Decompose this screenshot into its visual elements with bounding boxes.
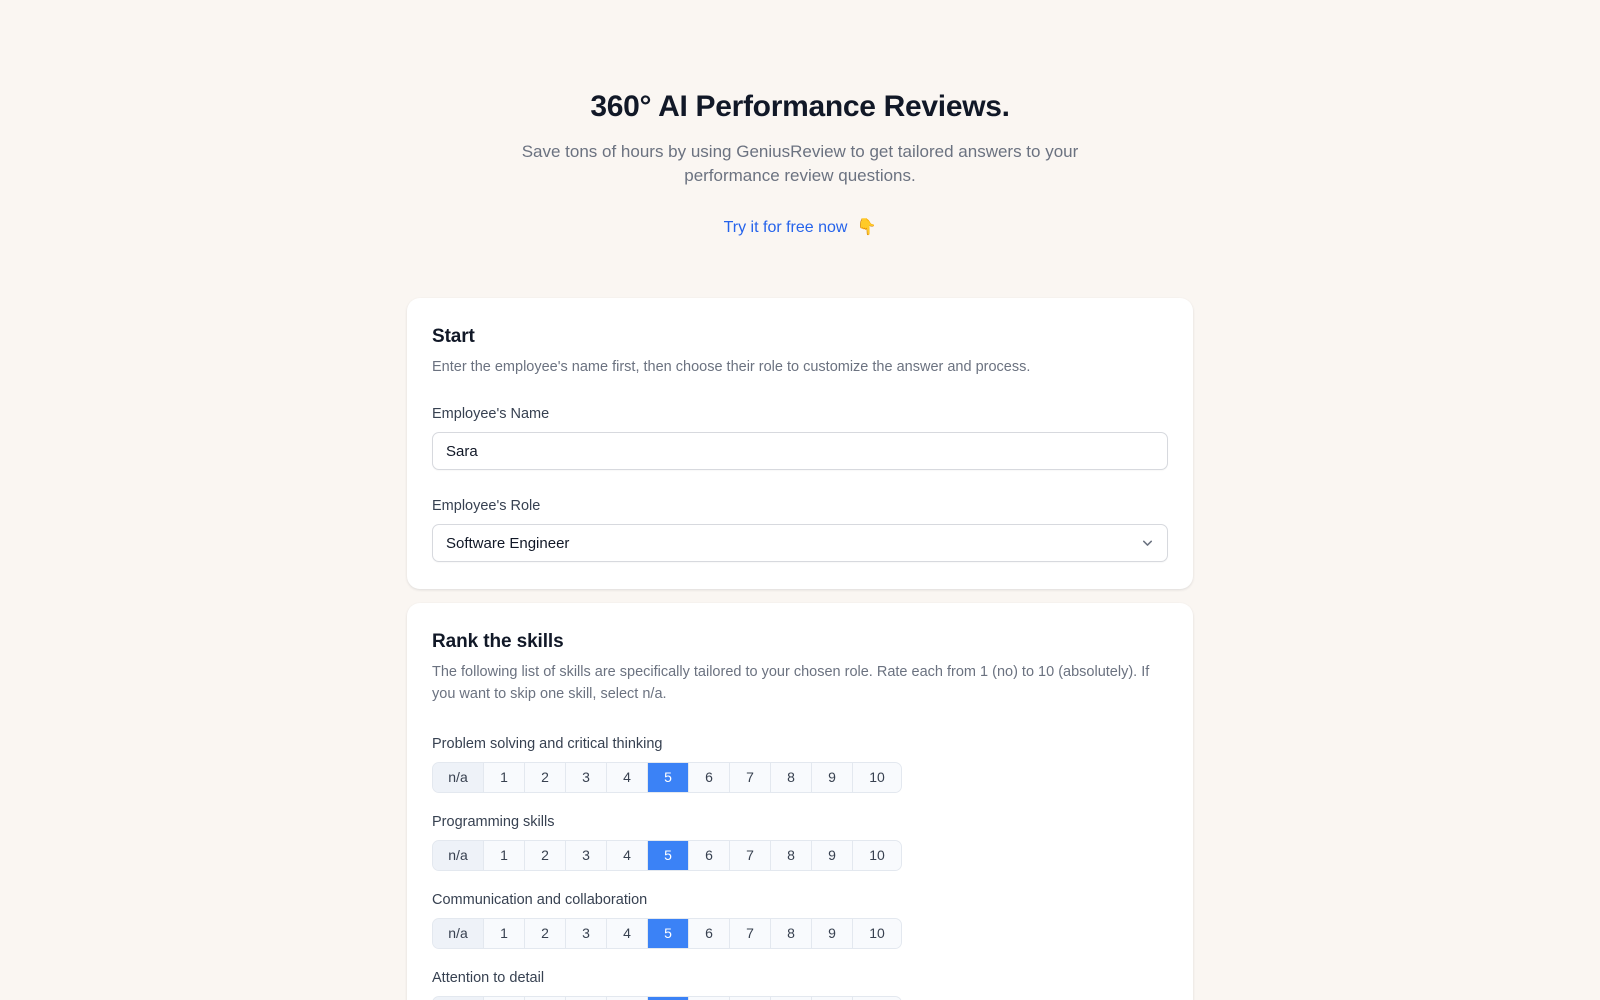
rating-option-8[interactable]: 8 — [771, 919, 812, 948]
page-subtitle: Save tons of hours by using GeniusReview… — [521, 142, 1079, 185]
skill-row: Attention to detail n/a12345678910 — [432, 968, 1168, 1000]
skills-card-description: The following list of skills are specifi… — [432, 664, 1150, 702]
hero-section: 360° AI Performance Reviews. Save tons o… — [500, 88, 1100, 239]
rating-option-2[interactable]: 2 — [525, 841, 566, 870]
rating-option-4[interactable]: 4 — [607, 841, 648, 870]
rating-option-9[interactable]: 9 — [812, 763, 853, 792]
rating-option-3[interactable]: 3 — [566, 841, 607, 870]
rating-option-5[interactable]: 5 — [648, 841, 689, 870]
employee-name-label: Employee's Name — [432, 406, 550, 422]
skill-row: Problem solving and critical thinking n/a… — [432, 734, 1168, 793]
skill-row: Programming skills n/a 1 2 3 4 5 6 7 8 9 10 — [432, 812, 1168, 871]
rating-option-na[interactable]: n/a — [433, 841, 484, 870]
rating-option-na[interactable]: n/a — [433, 763, 484, 792]
rating-option-7[interactable]: 7 — [730, 919, 771, 948]
rating-option-7[interactable]: 7 — [730, 841, 771, 870]
rating-option-4[interactable]: 4 — [607, 919, 648, 948]
rating-option-8[interactable]: 8 — [771, 841, 812, 870]
hero-cta-row: Try it for free now 👇 — [500, 217, 1100, 239]
skill-row: Communication and collaboration n/a 1 2 3 4 5 6… — [432, 890, 1168, 949]
employee-role-field-group: Employee's Role — [432, 496, 1168, 562]
rating-group: n/a12345678910 — [432, 762, 902, 793]
page-root: 360° AI Performance Reviews. Save tons o… — [0, 0, 1600, 1000]
rating-option-4[interactable]: 4 — [607, 763, 648, 792]
skills-card-title: Rank the skills — [432, 631, 564, 652]
rating-option-9[interactable]: 9 — [812, 919, 853, 948]
employee-name-field-group: Employee's Name — [432, 404, 1168, 470]
skill-label: Communication and collaboration — [432, 892, 648, 908]
employee-name-input[interactable] — [432, 432, 1168, 470]
start-card-description: Enter the employee's name first, then ch… — [432, 359, 1031, 375]
try-it-free-link[interactable]: Try it for free now — [724, 217, 848, 239]
rating-option-na[interactable]: n/a — [433, 919, 484, 948]
rating-option-5[interactable]: 5 — [648, 919, 689, 948]
rating-group: n/a12345678910 — [432, 840, 902, 871]
rating-option-10[interactable]: 10 — [853, 919, 901, 948]
start-card-title: Start — [432, 326, 475, 347]
rating-option-10[interactable]: 10 — [853, 763, 901, 792]
rating-option-3[interactable]: 3 — [566, 763, 607, 792]
skill-label: Programming skills — [432, 814, 555, 830]
rating-option-9[interactable]: 9 — [812, 841, 853, 870]
employee-role-label: Employee's Role — [432, 498, 541, 514]
skills-list: Problem solving and critical thinking n/a… — [432, 734, 1168, 1000]
employee-role-select-wrap — [432, 524, 1168, 562]
rating-option-5[interactable]: 5 — [648, 763, 689, 792]
rating-option-10[interactable]: 10 — [853, 841, 901, 870]
rating-option-3[interactable]: 3 — [566, 919, 607, 948]
rating-option-8[interactable]: 8 — [771, 763, 812, 792]
rating-group: n/a12345678910 — [432, 996, 902, 1000]
employee-role-select[interactable] — [432, 524, 1168, 562]
skills-card: Rank the skills The following list of sk… — [407, 603, 1193, 1000]
rating-option-2[interactable]: 2 — [525, 763, 566, 792]
rating-option-6[interactable]: 6 — [689, 919, 730, 948]
rating-option-6[interactable]: 6 — [689, 841, 730, 870]
rating-option-7[interactable]: 7 — [730, 763, 771, 792]
rating-option-1[interactable]: 1 — [484, 763, 525, 792]
skill-label: Problem solving and critical thinking — [432, 736, 663, 752]
pointing-down-icon: 👇 — [856, 219, 877, 236]
page-title: 360° AI Performance Reviews. — [590, 90, 1010, 123]
rating-option-1[interactable]: 1 — [484, 919, 525, 948]
rating-option-1[interactable]: 1 — [484, 841, 525, 870]
rating-option-2[interactable]: 2 — [525, 919, 566, 948]
start-card: Start Enter the employee's name first, t… — [407, 298, 1193, 589]
rating-group: n/a12345678910 — [432, 918, 902, 949]
skill-label: Attention to detail — [432, 970, 545, 986]
rating-option-6[interactable]: 6 — [689, 763, 730, 792]
